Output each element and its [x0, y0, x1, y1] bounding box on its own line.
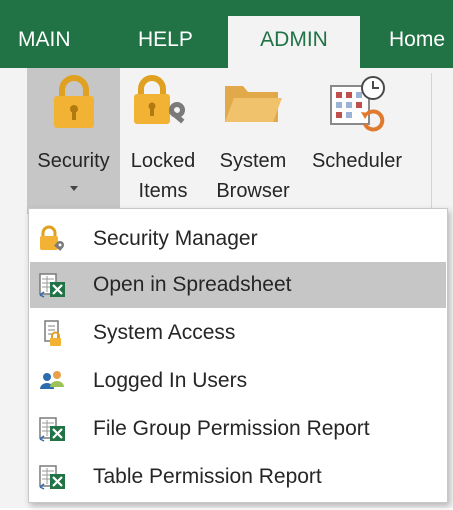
system-browser-button[interactable]: System Browser [209, 68, 297, 214]
excel-sheet-icon [38, 463, 66, 491]
locked-items-label-line1: Locked [130, 150, 196, 172]
security-dropdown-menu: Security Manager Open in Spreadsheet Sys… [28, 208, 448, 503]
menu-item-system-access[interactable]: System Access [30, 310, 446, 356]
tab-help[interactable]: HELP [138, 16, 193, 68]
menu-item-label: File Group Permission Report [93, 417, 370, 440]
menu-item-file-group-permission-report[interactable]: File Group Permission Report [30, 406, 446, 452]
tab-main[interactable]: MAIN [18, 16, 71, 68]
lock-key-icon [38, 225, 66, 253]
folder-icon [221, 74, 285, 135]
menu-item-label: Security Manager [93, 227, 258, 250]
excel-sheet-icon [38, 415, 66, 443]
ribbon-tab-bar: MAIN HELP ADMIN Home [0, 0, 453, 68]
dropdown-caret-icon [69, 186, 78, 191]
menu-item-logged-in-users[interactable]: Logged In Users [30, 358, 446, 404]
menu-item-table-permission-report[interactable]: Table Permission Report [30, 454, 446, 500]
system-browser-label-line2: Browser [216, 180, 290, 202]
menu-item-label: Open in Spreadsheet [93, 273, 292, 296]
tab-admin[interactable]: ADMIN [228, 16, 360, 68]
users-icon [38, 367, 66, 395]
menu-item-open-in-spreadsheet[interactable]: Open in Spreadsheet [30, 262, 446, 308]
lock-key-icon [131, 74, 195, 135]
security-label: Security [37, 150, 110, 172]
security-button[interactable]: Security [27, 68, 120, 214]
menu-item-security-manager[interactable]: Security Manager [30, 216, 446, 262]
ribbon-separator [431, 73, 432, 208]
excel-sheet-icon [38, 271, 66, 299]
padlock-icon [51, 74, 97, 135]
locked-items-button[interactable]: Locked Items [122, 68, 204, 214]
scheduler-label: Scheduler [311, 150, 403, 172]
system-browser-label-line1: System [219, 150, 287, 172]
menu-item-label: Logged In Users [93, 369, 248, 392]
calendar-clock-icon [325, 74, 389, 141]
menu-item-label: Table Permission Report [93, 465, 322, 488]
locked-items-label-line2: Items [138, 180, 188, 202]
menu-item-label: System Access [93, 321, 236, 344]
scheduler-button[interactable]: Scheduler [302, 68, 412, 214]
tab-home[interactable]: Home [389, 16, 445, 68]
document-lock-icon [38, 319, 66, 347]
